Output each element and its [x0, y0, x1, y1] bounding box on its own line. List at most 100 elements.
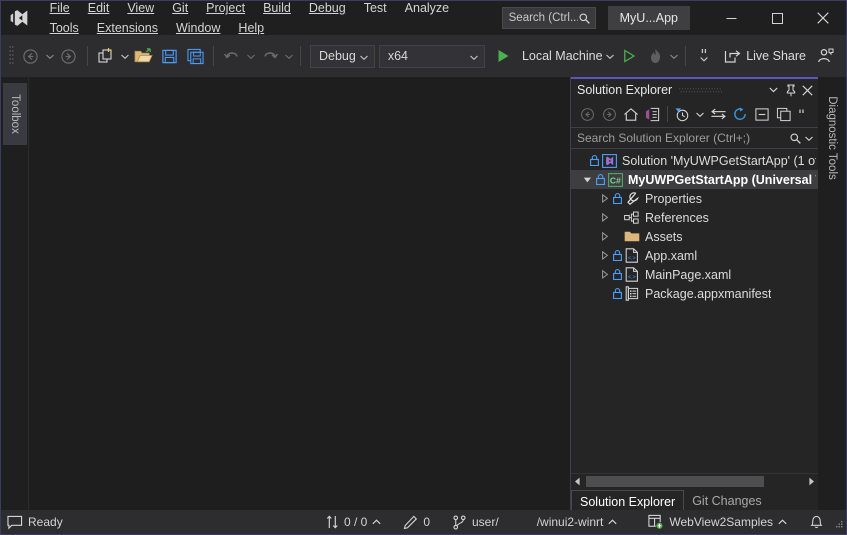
menu-git-label: Git: [172, 1, 189, 15]
start-target-dropdown[interactable]: [605, 42, 617, 70]
tree-row-references[interactable]: References: [571, 208, 818, 227]
se-pending-changes-dropdown[interactable]: [693, 103, 707, 125]
status-notifications-bell-button[interactable]: [803, 510, 830, 534]
solution-explorer-search-input[interactable]: Search Solution Explorer (Ctrl+;): [571, 127, 818, 149]
tree-row-app-xaml[interactable]: <.> App.xaml: [571, 246, 818, 265]
redo-button[interactable]: [257, 42, 283, 70]
menu-debug[interactable]: Debug: [300, 1, 355, 18]
panel-close-button[interactable]: [799, 81, 816, 99]
toolbox-tab[interactable]: Toolbox: [3, 83, 27, 145]
tree-label-app-xaml: App.xaml: [645, 248, 698, 263]
menu-project[interactable]: Project: [197, 1, 254, 18]
expand-arrow-icon[interactable]: [581, 175, 594, 184]
status-repository-button[interactable]: WebView2Samples: [641, 510, 793, 534]
se-collapse-all-button[interactable]: [751, 103, 773, 125]
se-overflow-button[interactable]: [795, 103, 808, 125]
panel-drag-dots[interactable]: [678, 83, 759, 97]
scrollbar-thumb[interactable]: [586, 475, 764, 487]
menu-git[interactable]: Git: [163, 1, 197, 18]
chevron-down-icon: [247, 54, 256, 59]
solution-platform-dropdown[interactable]: x64: [378, 44, 485, 68]
se-pending-changes-button[interactable]: [671, 103, 693, 125]
visual-studio-window: File Edit View Git Project Build Debug T…: [0, 0, 847, 535]
status-sync-button[interactable]: 0 / 0: [320, 510, 387, 534]
new-item-dropdown[interactable]: [119, 42, 131, 70]
status-pending-changes-button[interactable]: 0: [397, 510, 436, 534]
open-file-button[interactable]: [130, 42, 156, 70]
se-home-button[interactable]: [620, 103, 642, 125]
se-search-dropdown[interactable]: [802, 136, 816, 141]
panel-pin-button[interactable]: [782, 81, 799, 99]
expand-arrow-icon[interactable]: [598, 213, 611, 222]
undo-dropdown[interactable]: [245, 42, 257, 70]
menu-tools-label: Tools: [49, 21, 79, 35]
expand-arrow-icon[interactable]: [598, 270, 611, 279]
status-repo-user-button[interactable]: user/: [446, 510, 505, 534]
solution-icon: [600, 153, 618, 168]
expand-arrow-icon[interactable]: [598, 232, 611, 241]
status-notification-button[interactable]: Ready: [1, 510, 69, 534]
close-button[interactable]: [800, 1, 846, 35]
navigate-backward-dropdown[interactable]: [44, 42, 56, 70]
redo-dropdown[interactable]: [283, 42, 295, 70]
solution-tree[interactable]: Solution 'MyUWPGetStartApp' (1 of 1 pr: [571, 149, 818, 473]
se-refresh-button[interactable]: [729, 103, 751, 125]
tab-git-changes[interactable]: Git Changes: [684, 490, 769, 512]
menu-file[interactable]: File: [41, 1, 79, 18]
se-sync-button[interactable]: [707, 103, 729, 125]
tree-row-solution[interactable]: Solution 'MyUWPGetStartApp' (1 of 1 pr: [571, 151, 818, 170]
tree-row-project[interactable]: C# MyUWPGetStartApp (Universal W: [571, 170, 818, 189]
panel-options-button[interactable]: [765, 81, 782, 99]
solution-name-button[interactable]: MyU...App: [607, 6, 690, 30]
diagnostic-tools-tab[interactable]: Diagnostic Tools: [820, 83, 844, 193]
wrench-icon: [623, 191, 641, 206]
start-without-debugging-button[interactable]: [616, 42, 642, 70]
solution-tree-horizontal-scrollbar[interactable]: [571, 473, 818, 488]
menu-analyze[interactable]: Analyze: [396, 1, 458, 18]
tree-row-mainpage-xaml[interactable]: <.> MainPage.xaml: [571, 265, 818, 284]
chevron-down-icon: [45, 54, 54, 59]
editor-area[interactable]: [30, 77, 569, 512]
toolbar-drag-handle[interactable]: [5, 44, 18, 68]
expand-arrow-icon[interactable]: [598, 251, 611, 260]
menu-test[interactable]: Test: [355, 1, 396, 18]
status-branch-button[interactable]: /winui2-winrt: [531, 510, 624, 534]
menu-view[interactable]: View: [118, 1, 163, 18]
expand-arrow-icon[interactable]: [598, 194, 611, 203]
minimize-button[interactable]: [708, 1, 754, 35]
send-feedback-button[interactable]: [812, 42, 838, 70]
toolbar-overflow-button[interactable]: [691, 42, 717, 70]
search-placeholder: Search (Ctrl...: [508, 12, 578, 24]
se-solution-file-button[interactable]: [642, 103, 664, 125]
search-input[interactable]: Search (Ctrl...: [501, 7, 596, 29]
start-target-label[interactable]: Local Machine: [517, 49, 605, 63]
menu-build[interactable]: Build: [254, 1, 300, 18]
menu-edit[interactable]: Edit: [79, 1, 119, 18]
tree-row-assets[interactable]: Assets: [571, 227, 818, 246]
scroll-right-arrow-icon[interactable]: [805, 475, 818, 488]
hot-reload-button[interactable]: [642, 42, 668, 70]
tab-solution-explorer[interactable]: Solution Explorer: [571, 490, 685, 512]
save-all-button[interactable]: [182, 42, 208, 70]
undo-button[interactable]: [219, 42, 245, 70]
se-back-button[interactable]: [576, 103, 598, 125]
tree-row-properties[interactable]: Properties: [571, 189, 818, 208]
new-item-button[interactable]: [93, 42, 119, 70]
save-button[interactable]: [156, 42, 182, 70]
live-share-button[interactable]: Live Share: [717, 42, 812, 70]
scrollbar-track[interactable]: [584, 474, 805, 488]
tree-row-package-manifest[interactable]: Package.appxmanifest: [571, 284, 818, 303]
solution-configuration-dropdown[interactable]: Debug: [310, 44, 375, 68]
navigate-backward-button[interactable]: [18, 42, 44, 70]
se-forward-button[interactable]: [598, 103, 620, 125]
start-debugging-button[interactable]: [491, 42, 517, 70]
scroll-left-arrow-icon[interactable]: [571, 475, 584, 488]
navigate-forward-button[interactable]: [56, 42, 82, 70]
hot-reload-dropdown[interactable]: [668, 42, 680, 70]
lock-icon: [594, 174, 606, 185]
maximize-button[interactable]: [754, 1, 800, 35]
toolbar-separator: [86, 46, 88, 66]
window-resize-grip[interactable]: [830, 510, 846, 534]
tab-git-changes-label: Git Changes: [692, 494, 762, 508]
se-properties-button[interactable]: [773, 103, 795, 125]
